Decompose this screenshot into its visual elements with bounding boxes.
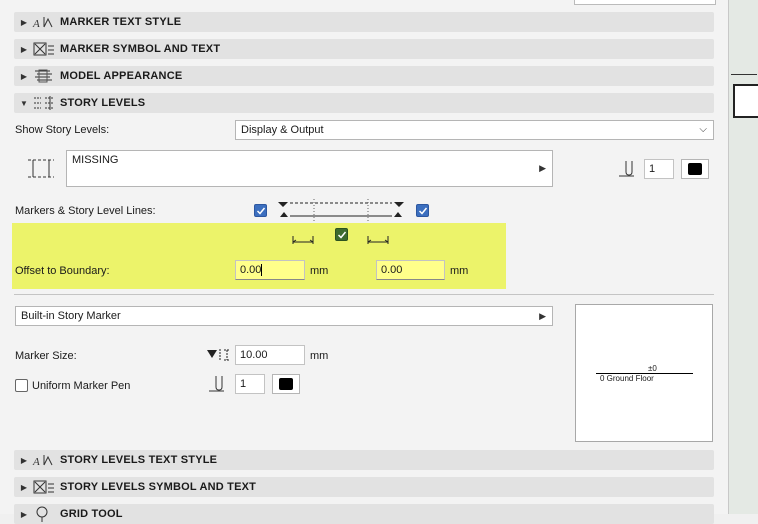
pen-color-swatch[interactable] [681, 159, 709, 179]
collapse-arrow-icon[interactable]: ▼ [16, 99, 32, 108]
expand-arrow-icon[interactable]: ▶ [16, 72, 32, 81]
symbol-text-icon [33, 42, 54, 56]
offset-link-checkbox[interactable] [335, 228, 348, 241]
section-title: STORY LEVELS [60, 97, 146, 109]
section-story-levels-symbol-text[interactable]: ▶ STORY LEVELS SYMBOL AND TEXT [14, 477, 714, 497]
expand-arrow-icon[interactable]: ▶ [16, 510, 32, 519]
uniform-marker-pen-label: Uniform Marker Pen [32, 380, 131, 392]
section-title: STORY LEVELS TEXT STYLE [60, 454, 218, 466]
grid-tool-icon [36, 506, 48, 522]
marker-size-field[interactable]: 10.00 [235, 345, 305, 365]
section-title: MODEL APPEARANCE [60, 70, 183, 82]
text-style-icon: A [32, 17, 53, 30]
section-divider [14, 294, 714, 295]
expand-arrow-icon[interactable]: ▶ [16, 483, 32, 492]
section-story-levels-text-style[interactable]: ▶ A STORY LEVELS TEXT STYLE [14, 450, 714, 470]
symbol-text-icon [33, 480, 54, 494]
chevron-down-icon: ⌵ [699, 124, 707, 135]
expand-arrow-icon[interactable]: ▶ [16, 45, 32, 54]
left-offset-unit: mm [310, 265, 329, 277]
top-field-fragment [574, 0, 716, 5]
story-level-lines-diagram [278, 199, 404, 221]
svg-text:A: A [32, 456, 40, 468]
right-offset-unit: mm [450, 265, 469, 277]
marker-pen-color-swatch[interactable] [272, 374, 300, 394]
marker-type-selector[interactable]: Built-in Story Marker ▶ [15, 306, 553, 326]
preview-level-value: ±0 [648, 364, 657, 373]
story-levels-icon [34, 96, 54, 110]
marker-type-value: Built-in Story Marker [21, 310, 121, 322]
section-marker-text-style[interactable]: ▶ A MARKER TEXT STYLE [14, 12, 714, 32]
chevron-right-icon: ▶ [539, 311, 546, 321]
right-offset-field[interactable]: 0.00 [376, 260, 445, 280]
section-model-appearance[interactable]: ▶ MODEL APPEARANCE [14, 66, 714, 86]
marker-size-unit: mm [310, 350, 329, 362]
settings-panel: ▶ A MARKER TEXT STYLE ▶ MARKER SYMBOL AN… [0, 0, 728, 524]
preview-floor-label: 0 Ground Floor [600, 374, 654, 383]
section-title: MARKER TEXT STYLE [60, 16, 182, 28]
markers-lines-label: Markers & Story Level Lines: [15, 205, 156, 217]
section-title: STORY LEVELS SYMBOL AND TEXT [60, 481, 257, 493]
marker-preview: ±0 0 Ground Floor [575, 304, 713, 442]
chevron-right-icon: ▶ [539, 163, 546, 173]
expand-arrow-icon[interactable]: ▶ [16, 456, 32, 465]
right-offset-icon [367, 236, 389, 244]
marker-pen-icon [209, 376, 224, 392]
svg-text:A: A [32, 18, 40, 30]
line-type-selector[interactable]: MISSING ▶ [66, 150, 553, 187]
uniform-marker-pen-checkbox[interactable] [15, 379, 28, 392]
section-story-levels[interactable]: ▼ STORY LEVELS [14, 93, 714, 113]
marker-pen-number-field[interactable]: 1 [235, 374, 265, 394]
left-marker-checkbox[interactable] [254, 204, 267, 217]
show-story-levels-dropdown[interactable]: Display & Output ⌵ [235, 120, 714, 140]
offset-boundary-label: Offset to Boundary: [15, 265, 110, 277]
marker-size-icon [207, 349, 230, 361]
text-style-icon: A [32, 455, 53, 468]
show-story-levels-label: Show Story Levels: [15, 124, 110, 136]
section-grid-tool[interactable]: ▶ GRID TOOL [14, 504, 714, 524]
section-title: MARKER SYMBOL AND TEXT [60, 43, 221, 55]
drawing-marker [733, 84, 758, 118]
drawing-line [731, 74, 757, 75]
pen-number-field[interactable]: 1 [644, 159, 674, 179]
section-title: GRID TOOL [60, 508, 123, 520]
left-offset-icon [292, 236, 314, 244]
left-offset-field[interactable]: 0.00 [235, 260, 305, 280]
left-offset-value: 0.00 [240, 264, 262, 276]
right-marker-checkbox[interactable] [416, 204, 429, 217]
marker-size-label: Marker Size: [15, 350, 77, 362]
line-type-value: MISSING [72, 154, 119, 166]
section-marker-symbol-text[interactable]: ▶ MARKER SYMBOL AND TEXT [14, 39, 714, 59]
line-type-icon [28, 159, 54, 178]
right-drawing-area [728, 0, 758, 514]
pen-icon [619, 161, 634, 177]
expand-arrow-icon[interactable]: ▶ [16, 18, 32, 27]
dropdown-value: Display & Output [241, 124, 324, 136]
model-appearance-icon [35, 69, 52, 83]
